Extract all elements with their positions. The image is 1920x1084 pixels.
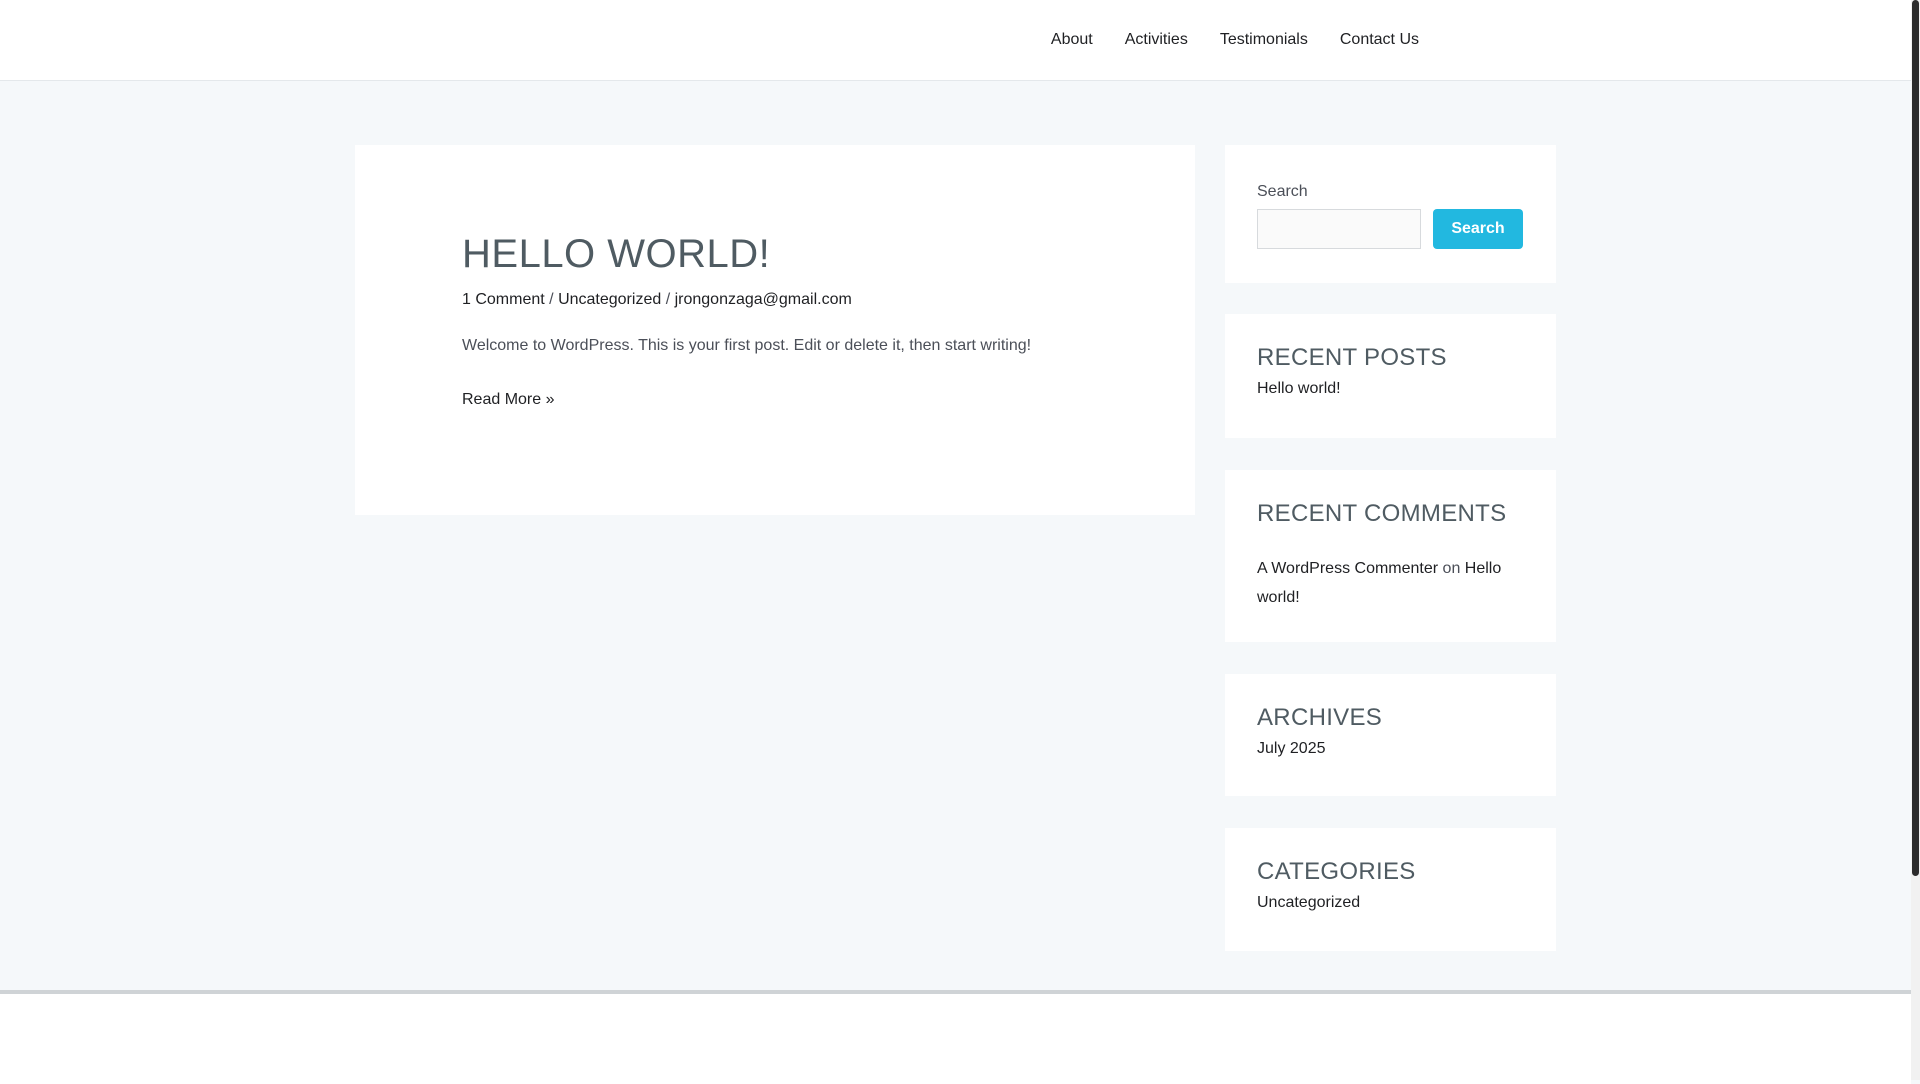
post-card: HELLO WORLD! 1 Comment / Uncategorized /…: [355, 145, 1195, 515]
post-excerpt: Welcome to WordPress. This is your first…: [462, 337, 1032, 354]
meta-separator: /: [549, 291, 554, 308]
post-category-link[interactable]: Uncategorized: [558, 291, 661, 308]
comment-post-link-line1[interactable]: Hello: [1465, 560, 1501, 577]
search-widget: Search Search: [1225, 145, 1556, 283]
categories-widget: CATEGORIES Uncategorized: [1225, 828, 1556, 951]
archives-title: ARCHIVES: [1257, 704, 1383, 731]
page-scrollbar[interactable]: [1911, 0, 1920, 1080]
meta-separator: /: [665, 291, 671, 308]
search-button[interactable]: Search: [1433, 209, 1523, 249]
site-header: About Activities Testimonials Contact Us: [0, 0, 1911, 81]
archives-widget: ARCHIVES July 2025: [1225, 674, 1556, 796]
post-title[interactable]: HELLO WORLD!: [462, 232, 770, 277]
recent-posts-title: RECENT POSTS: [1257, 344, 1447, 371]
scrollbar-thumb[interactable]: [1912, 0, 1919, 876]
post-comments-link[interactable]: 1 Comment: [462, 291, 545, 308]
comment-on-text: on: [1442, 560, 1461, 577]
site-footer: [0, 990, 1911, 1084]
search-label: Search: [1257, 183, 1308, 200]
categories-title: CATEGORIES: [1257, 858, 1416, 885]
recent-comment: A WordPress Commenter on Hello world!: [1257, 554, 1527, 612]
main-nav: About Activities Testimonials Contact Us: [1019, 0, 1419, 80]
comment-author-link[interactable]: A WordPress Commenter: [1257, 560, 1438, 577]
search-input[interactable]: [1257, 209, 1421, 249]
recent-post-link[interactable]: Hello world!: [1257, 380, 1341, 398]
nav-testimonials[interactable]: Testimonials: [1220, 31, 1308, 49]
nav-contact-us[interactable]: Contact Us: [1340, 31, 1419, 49]
post-meta: 1 Comment / Uncategorized / jrongonzaga@…: [462, 291, 852, 309]
read-more-link[interactable]: Read More »: [462, 391, 555, 409]
recent-comments-widget: RECENT COMMENTS A WordPress Commenter on…: [1225, 470, 1556, 642]
comment-post-link-line2[interactable]: world!: [1257, 589, 1300, 606]
recent-posts-widget: RECENT POSTS Hello world!: [1225, 314, 1556, 438]
nav-about[interactable]: About: [1051, 31, 1093, 49]
archive-link[interactable]: July 2025: [1257, 740, 1326, 758]
nav-activities[interactable]: Activities: [1125, 31, 1188, 49]
category-link[interactable]: Uncategorized: [1257, 894, 1360, 912]
post-author-link[interactable]: jrongonzaga@gmail.com: [675, 291, 852, 308]
recent-comments-title: RECENT COMMENTS: [1257, 500, 1507, 527]
